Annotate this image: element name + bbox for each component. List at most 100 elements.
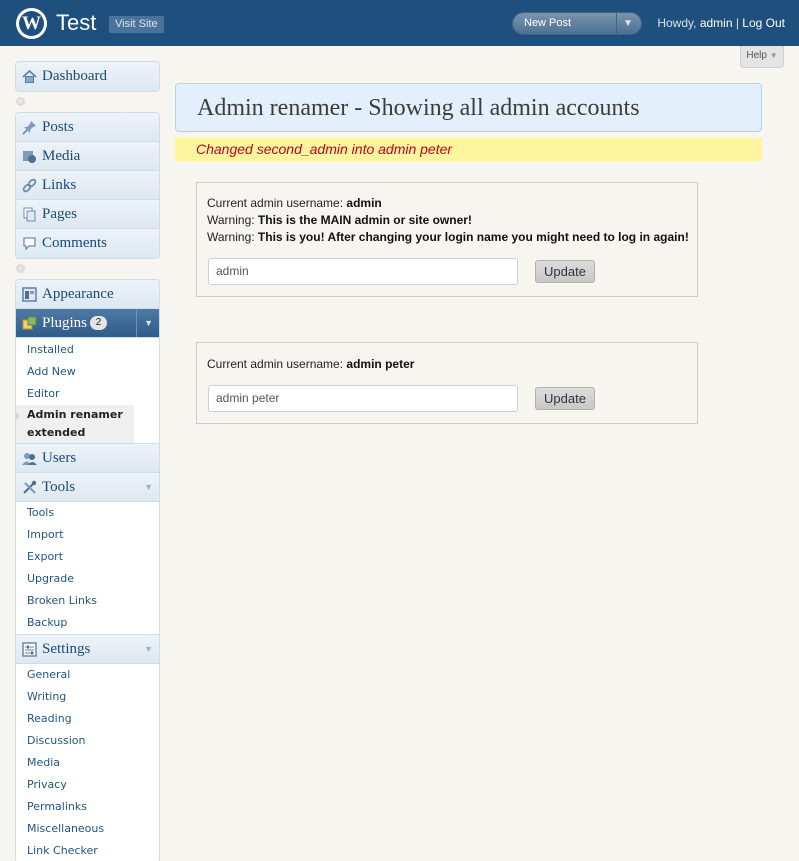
- page-title: Admin renamer - Showing all admin accoun…: [197, 95, 640, 121]
- menu-plugins-label[interactable]: Plugins 2: [42, 309, 108, 337]
- link-chain-icon: [22, 178, 37, 193]
- admin-account-box: Current admin username: admin peter admi…: [196, 342, 698, 424]
- menu-appearance-label[interactable]: Appearance: [42, 280, 114, 308]
- menu-users-label[interactable]: Users: [42, 444, 76, 472]
- submenu-import[interactable]: Import: [16, 524, 159, 546]
- user-greeting: Howdy, admin | Log Out: [657, 16, 785, 31]
- update-notice: Changed second_admin into admin peter: [175, 138, 762, 161]
- warning-owner: Warning: This is the MAIN admin or site …: [207, 212, 472, 229]
- warning-self: Warning: This is you! After changing you…: [207, 229, 689, 246]
- tools-submenu: Tools Import Export Upgrade Broken Links…: [16, 502, 159, 635]
- update-button[interactable]: Update: [535, 387, 595, 410]
- submenu-miscellaneous[interactable]: Miscellaneous: [16, 818, 159, 840]
- menu-media[interactable]: Media: [16, 142, 159, 171]
- pages-icon: [23, 207, 36, 222]
- warning-label: Warning:: [207, 230, 258, 244]
- users-icon: [22, 453, 37, 465]
- username-label: Current admin username:: [207, 357, 347, 371]
- admin-header: W Test Visit Site New Post ▼ Howdy, admi…: [0, 0, 799, 46]
- pushpin-icon: [22, 121, 36, 135]
- warning-self-text: This is you! After changing your login n…: [257, 230, 689, 244]
- warning-owner-text: This is the MAIN admin or site owner!: [257, 213, 472, 227]
- menu-pages[interactable]: Pages: [16, 200, 159, 229]
- chevron-down-icon[interactable]: ▼: [623, 13, 633, 34]
- submenu-backup[interactable]: Backup: [16, 612, 159, 634]
- menu-dashboard[interactable]: Dashboard: [16, 62, 159, 91]
- menu-comments[interactable]: Comments: [16, 229, 159, 258]
- admin-account-box: Current admin username: admin Warning: T…: [196, 182, 698, 297]
- speech-bubble-icon: [23, 237, 36, 251]
- home-icon: [22, 69, 37, 83]
- logout-link[interactable]: Log Out: [742, 16, 785, 30]
- submenu-export[interactable]: Export: [16, 546, 159, 568]
- username-input[interactable]: admin: [208, 258, 518, 285]
- update-button[interactable]: Update: [535, 260, 595, 283]
- submenu-installed[interactable]: Installed: [16, 339, 159, 361]
- collapse-separator-icon[interactable]: «: [16, 264, 25, 273]
- menu-users[interactable]: Users: [16, 444, 159, 473]
- menu-tools-label[interactable]: Tools: [42, 473, 75, 501]
- plugins-update-badge: 2: [90, 316, 108, 330]
- submenu-general[interactable]: General: [16, 664, 159, 686]
- menu-settings-label[interactable]: Settings: [42, 635, 90, 663]
- collapse-separator-icon[interactable]: «: [16, 97, 25, 106]
- chevron-down-icon[interactable]: ▼: [136, 309, 153, 337]
- submenu-media[interactable]: Media: [16, 752, 159, 774]
- chevron-down-icon[interactable]: ▼: [144, 635, 153, 663]
- submenu-upgrade[interactable]: Upgrade: [16, 568, 159, 590]
- menu-settings[interactable]: Settings ▼: [16, 635, 159, 664]
- plugin-icon: [22, 316, 37, 330]
- menu-links-label[interactable]: Links: [42, 171, 76, 199]
- chevron-down-icon[interactable]: ▼: [144, 473, 153, 501]
- menu-pages-label[interactable]: Pages: [42, 200, 77, 228]
- help-label[interactable]: Help: [746, 50, 767, 61]
- page-title-box: Admin renamer - Showing all admin accoun…: [175, 83, 762, 132]
- menu-content-group: Posts Media Links Pages Comments: [15, 112, 160, 259]
- username-line: Current admin username: admin peter: [207, 356, 414, 373]
- username-input[interactable]: admin peter: [208, 385, 518, 412]
- submenu-reading[interactable]: Reading: [16, 708, 159, 730]
- media-icon: [23, 151, 36, 163]
- submenu-admin-renamer[interactable]: Admin renamer extended: [16, 405, 134, 443]
- submenu-broken-links[interactable]: Broken Links: [16, 590, 159, 612]
- appearance-icon: [22, 287, 37, 302]
- menu-tools[interactable]: Tools ▼: [16, 473, 159, 502]
- username-label: Current admin username:: [207, 196, 347, 210]
- wordpress-logo-icon[interactable]: W: [16, 8, 47, 39]
- new-post-dropdown[interactable]: New Post ▼: [512, 12, 642, 35]
- submenu-tools[interactable]: Tools: [16, 502, 159, 524]
- username-value: admin: [346, 196, 382, 210]
- menu-comments-label[interactable]: Comments: [42, 229, 107, 257]
- visit-site-button[interactable]: Visit Site: [109, 16, 164, 33]
- greeting-separator: |: [732, 16, 743, 30]
- warning-label: Warning:: [207, 213, 258, 227]
- help-tab[interactable]: Help ▼: [740, 46, 784, 68]
- menu-dashboard-group: Dashboard: [15, 61, 160, 92]
- menu-media-label[interactable]: Media: [42, 142, 80, 170]
- tools-icon: [23, 480, 37, 494]
- plugins-submenu: Installed Add New Editor Admin renamer e…: [16, 338, 159, 444]
- menu-links[interactable]: Links: [16, 171, 159, 200]
- menu-dashboard-label[interactable]: Dashboard: [42, 62, 107, 90]
- menu-posts-label[interactable]: Posts: [42, 113, 74, 141]
- user-profile-link[interactable]: admin: [700, 16, 733, 30]
- chevron-down-icon: ▼: [769, 51, 778, 60]
- submenu-add-new[interactable]: Add New: [16, 361, 159, 383]
- menu-appearance[interactable]: Appearance: [16, 280, 159, 309]
- menu-admin-group: Appearance Plugins 2 ▼ Installed Add New …: [15, 279, 160, 861]
- username-line: Current admin username: admin: [207, 195, 382, 212]
- submenu-privacy[interactable]: Privacy: [16, 774, 159, 796]
- menu-posts[interactable]: Posts: [16, 113, 159, 142]
- username-value: admin peter: [346, 357, 415, 371]
- settings-submenu: General Writing Reading Discussion Media…: [16, 664, 159, 861]
- submenu-editor[interactable]: Editor: [16, 383, 159, 405]
- dropdown-separator: [616, 13, 617, 34]
- submenu-permalinks[interactable]: Permalinks: [16, 796, 159, 818]
- submenu-link-checker[interactable]: Link Checker: [16, 840, 159, 861]
- new-post-label[interactable]: New Post: [524, 13, 571, 34]
- menu-plugins[interactable]: Plugins 2 ▼: [16, 309, 159, 338]
- submenu-discussion[interactable]: Discussion: [16, 730, 159, 752]
- plugins-text[interactable]: Plugins: [42, 315, 87, 331]
- site-title[interactable]: Test: [56, 10, 96, 36]
- submenu-writing[interactable]: Writing: [16, 686, 159, 708]
